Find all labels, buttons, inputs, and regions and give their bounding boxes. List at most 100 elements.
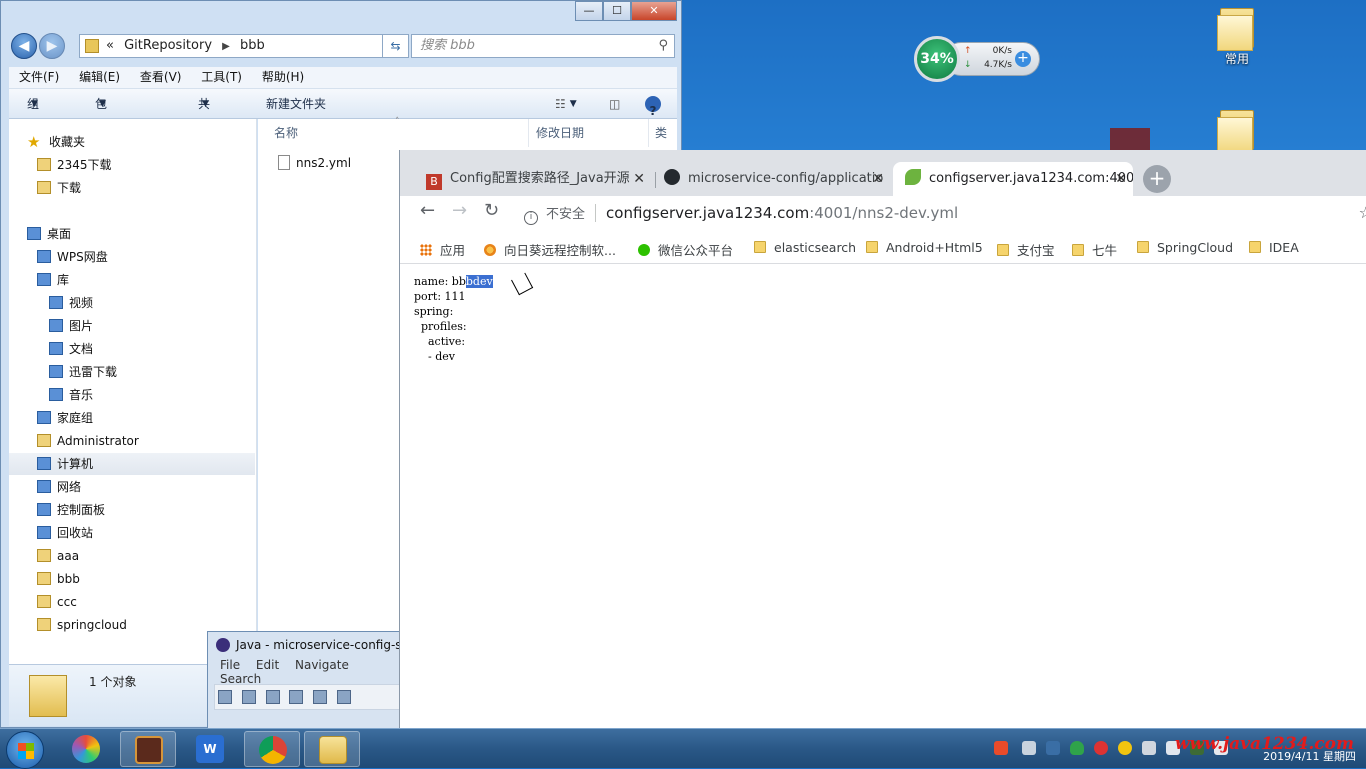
- clock[interactable]: 2019/4/11 星期四: [1263, 731, 1356, 765]
- save-icon[interactable]: [241, 690, 256, 704]
- antivirus-icon[interactable]: [1094, 741, 1108, 755]
- taskbar-app-photos[interactable]: [58, 731, 114, 767]
- column-divider[interactable]: [648, 119, 649, 147]
- bookmark-sunlogin[interactable]: 向日葵远程控制软...: [484, 240, 616, 259]
- bookmark-wechat[interactable]: 微信公众平台: [638, 240, 733, 259]
- nav-item[interactable]: aaa: [9, 545, 255, 567]
- forward-button[interactable]: ▶: [39, 33, 65, 59]
- taskbar-app-chrome[interactable]: [244, 731, 300, 767]
- nav-item[interactable]: 迅雷下载: [9, 361, 255, 383]
- back-arrow-icon[interactable]: ←: [420, 200, 435, 221]
- taskbar-app-eclipse[interactable]: [120, 731, 176, 767]
- column-name[interactable]: 名称: [274, 119, 298, 147]
- address-bar[interactable]: i 不安全 configserver.java1234.com:4001/nns2-…: [514, 198, 1366, 228]
- back-button[interactable]: ◀: [11, 33, 37, 59]
- shield-icon[interactable]: [1070, 741, 1084, 755]
- address-bar[interactable]: « GitRepository ▶ bbb ▼: [79, 34, 409, 58]
- bookmark-idea[interactable]: IDEA: [1249, 240, 1299, 255]
- sogou-input-icon[interactable]: [994, 741, 1008, 755]
- yaml-content[interactable]: name: bbbdev port: 111 spring: profiles:…: [414, 274, 493, 364]
- close-button[interactable]: ✕: [631, 1, 677, 21]
- bookmark-springcloud[interactable]: SpringCloud: [1137, 240, 1233, 255]
- tab-github[interactable]: microservice-config/applicatio ✕: [664, 162, 890, 196]
- tab-close-icon[interactable]: ✕: [872, 162, 884, 196]
- nav-item[interactable]: 图片: [9, 315, 255, 337]
- tab-configserver[interactable]: configserver.java1234.com:400 ✕: [893, 162, 1133, 196]
- nav-item[interactable]: 网络: [9, 476, 255, 498]
- nav-item[interactable]: 桌面: [9, 223, 255, 245]
- bookmark-apps[interactable]: 应用: [420, 240, 465, 259]
- eclipse-menu-edit[interactable]: Edit: [256, 658, 279, 672]
- maximize-button[interactable]: ☐: [603, 1, 631, 21]
- preview-pane-icon[interactable]: ◫: [609, 89, 620, 119]
- desktop-icon-changyong[interactable]: 常用: [1207, 8, 1267, 67]
- bookmark-qiniu[interactable]: 七牛: [1072, 240, 1117, 259]
- toggle-icon[interactable]: [337, 690, 352, 704]
- search-icon[interactable]: ⚲: [658, 35, 668, 57]
- save-all-icon[interactable]: [265, 690, 280, 704]
- nav-item[interactable]: 计算机: [9, 453, 255, 475]
- breadcrumb-item[interactable]: GitRepository: [124, 38, 212, 53]
- nav-item[interactable]: 回收站: [9, 522, 255, 544]
- menu-tools[interactable]: 工具(T): [195, 67, 248, 88]
- menu-file[interactable]: 文件(F): [13, 67, 65, 88]
- tab-close-icon[interactable]: ✕: [1115, 162, 1127, 196]
- nav-item[interactable]: 音乐: [9, 384, 255, 406]
- forward-arrow-icon[interactable]: →: [452, 200, 467, 221]
- tab-close-icon[interactable]: ✕: [633, 162, 645, 196]
- refresh-button[interactable]: ⇆: [382, 34, 409, 58]
- taskbar-app-explorer[interactable]: [304, 731, 360, 767]
- menu-help[interactable]: 帮助(H): [256, 67, 310, 88]
- tab-config-search[interactable]: B Config配置搜索路径_Java开源 ✕: [426, 162, 651, 196]
- file-item[interactable]: nns2.yml: [278, 155, 351, 171]
- tray-app-icon[interactable]: [1046, 741, 1060, 755]
- nav-item[interactable]: ★ 收藏夹: [9, 131, 255, 153]
- nav-item[interactable]: 视频: [9, 292, 255, 314]
- view-options-icon[interactable]: ☷ ▼: [555, 89, 577, 119]
- reload-icon[interactable]: ↻: [484, 200, 499, 221]
- info-icon[interactable]: i: [524, 211, 538, 225]
- eclipse-window[interactable]: Java - microservice-config-se File Edit …: [207, 631, 403, 731]
- breadcrumb-item[interactable]: bbb: [240, 38, 265, 53]
- eclipse-titlebar[interactable]: Java - microservice-config-se: [208, 632, 402, 658]
- column-type[interactable]: 类型: [655, 119, 677, 168]
- debug-icon[interactable]: [313, 690, 328, 704]
- column-divider[interactable]: [528, 119, 529, 147]
- new-tab-button[interactable]: +: [1143, 165, 1171, 193]
- address-overflow[interactable]: «: [106, 38, 114, 53]
- bookmark-alipay[interactable]: 支付宝: [997, 240, 1055, 259]
- network-icon[interactable]: [1142, 741, 1156, 755]
- bookmark-android-html5[interactable]: Android+Html5: [866, 240, 983, 255]
- minimize-button[interactable]: —: [575, 1, 603, 21]
- terminal-icon[interactable]: [289, 690, 304, 704]
- nav-item[interactable]: 库: [9, 269, 255, 291]
- nav-item[interactable]: 文档: [9, 338, 255, 360]
- nav-item[interactable]: 下载: [9, 177, 255, 199]
- search-input[interactable]: 搜索 bbb ⚲: [411, 34, 675, 58]
- column-modified[interactable]: 修改日期: [536, 119, 584, 147]
- new-folder-button[interactable]: 新建文件夹: [266, 89, 326, 119]
- nav-item[interactable]: bbb: [9, 568, 255, 590]
- breadcrumb-chevron-icon[interactable]: ▶: [222, 41, 230, 52]
- menu-view[interactable]: 查看(V): [134, 67, 188, 88]
- nav-item[interactable]: 2345下载: [9, 154, 255, 176]
- nav-item[interactable]: 家庭组: [9, 407, 255, 429]
- widget-plus-button[interactable]: +: [1015, 51, 1031, 67]
- nav-item[interactable]: 控制面板: [9, 499, 255, 521]
- eclipse-menu-file[interactable]: File: [220, 658, 240, 672]
- bookmark-elasticsearch[interactable]: elasticsearch: [754, 240, 856, 255]
- menu-edit[interactable]: 编辑(E): [73, 67, 126, 88]
- eclipse-menu-navigate[interactable]: Navigate: [295, 658, 349, 672]
- start-button[interactable]: [6, 731, 44, 769]
- new-icon[interactable]: [218, 690, 232, 704]
- selected-text[interactable]: bdev: [465, 275, 493, 288]
- network-speed-widget[interactable]: 34% ↑ 0K/s ↓ 4.7K/s +: [914, 36, 1040, 82]
- taskbar-app-wps[interactable]: W: [182, 731, 238, 767]
- explorer-titlebar[interactable]: — ☐ ✕: [1, 1, 681, 31]
- help-icon[interactable]: ?: [645, 96, 661, 118]
- cloud-icon[interactable]: [1022, 741, 1036, 755]
- plus-tray-icon[interactable]: [1118, 741, 1132, 755]
- bookmark-star-icon[interactable]: ☆: [1359, 198, 1366, 228]
- desktop-icon-folder[interactable]: [1207, 110, 1267, 153]
- nav-item[interactable]: WPS网盘: [9, 246, 255, 268]
